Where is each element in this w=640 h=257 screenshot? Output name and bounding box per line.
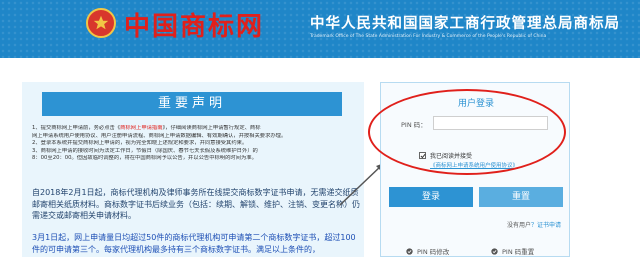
pin-reset-label: PIN 码重置 (502, 248, 535, 256)
cert-apply-link[interactable]: ？证书申请 (531, 222, 561, 229)
checkmark-icon (420, 153, 426, 159)
reset-button[interactable]: 重置 (479, 187, 563, 207)
pin-reset-link[interactable]: PIN 码重置 (491, 246, 534, 256)
check-circle-icon (406, 247, 413, 255)
login-button[interactable]: 登录 (389, 187, 473, 207)
pin-edit-link[interactable]: PIN 码修改 (406, 246, 449, 256)
pin-input[interactable] (433, 116, 548, 130)
pin-label: PIN 码： (401, 121, 427, 129)
no-cert-text: 没有用户 (506, 222, 531, 229)
login-title: 用户登录 (457, 99, 494, 109)
user-agreement-link[interactable]: 《商标网上申请系统用户使用协议》 (430, 161, 518, 169)
agree-label: 我已阅读并接受 (430, 153, 473, 160)
check-circle-icon (491, 247, 498, 255)
pin-edit-label: PIN 码修改 (417, 248, 450, 256)
login-panel: 用户登录 PIN 码： 我已阅读并接受 《商标网上申请系统用户使用协议》 登录 … (380, 82, 570, 257)
no-cert-row: 没有用户？证书申请 (507, 220, 561, 229)
agree-checkbox[interactable] (419, 152, 426, 159)
